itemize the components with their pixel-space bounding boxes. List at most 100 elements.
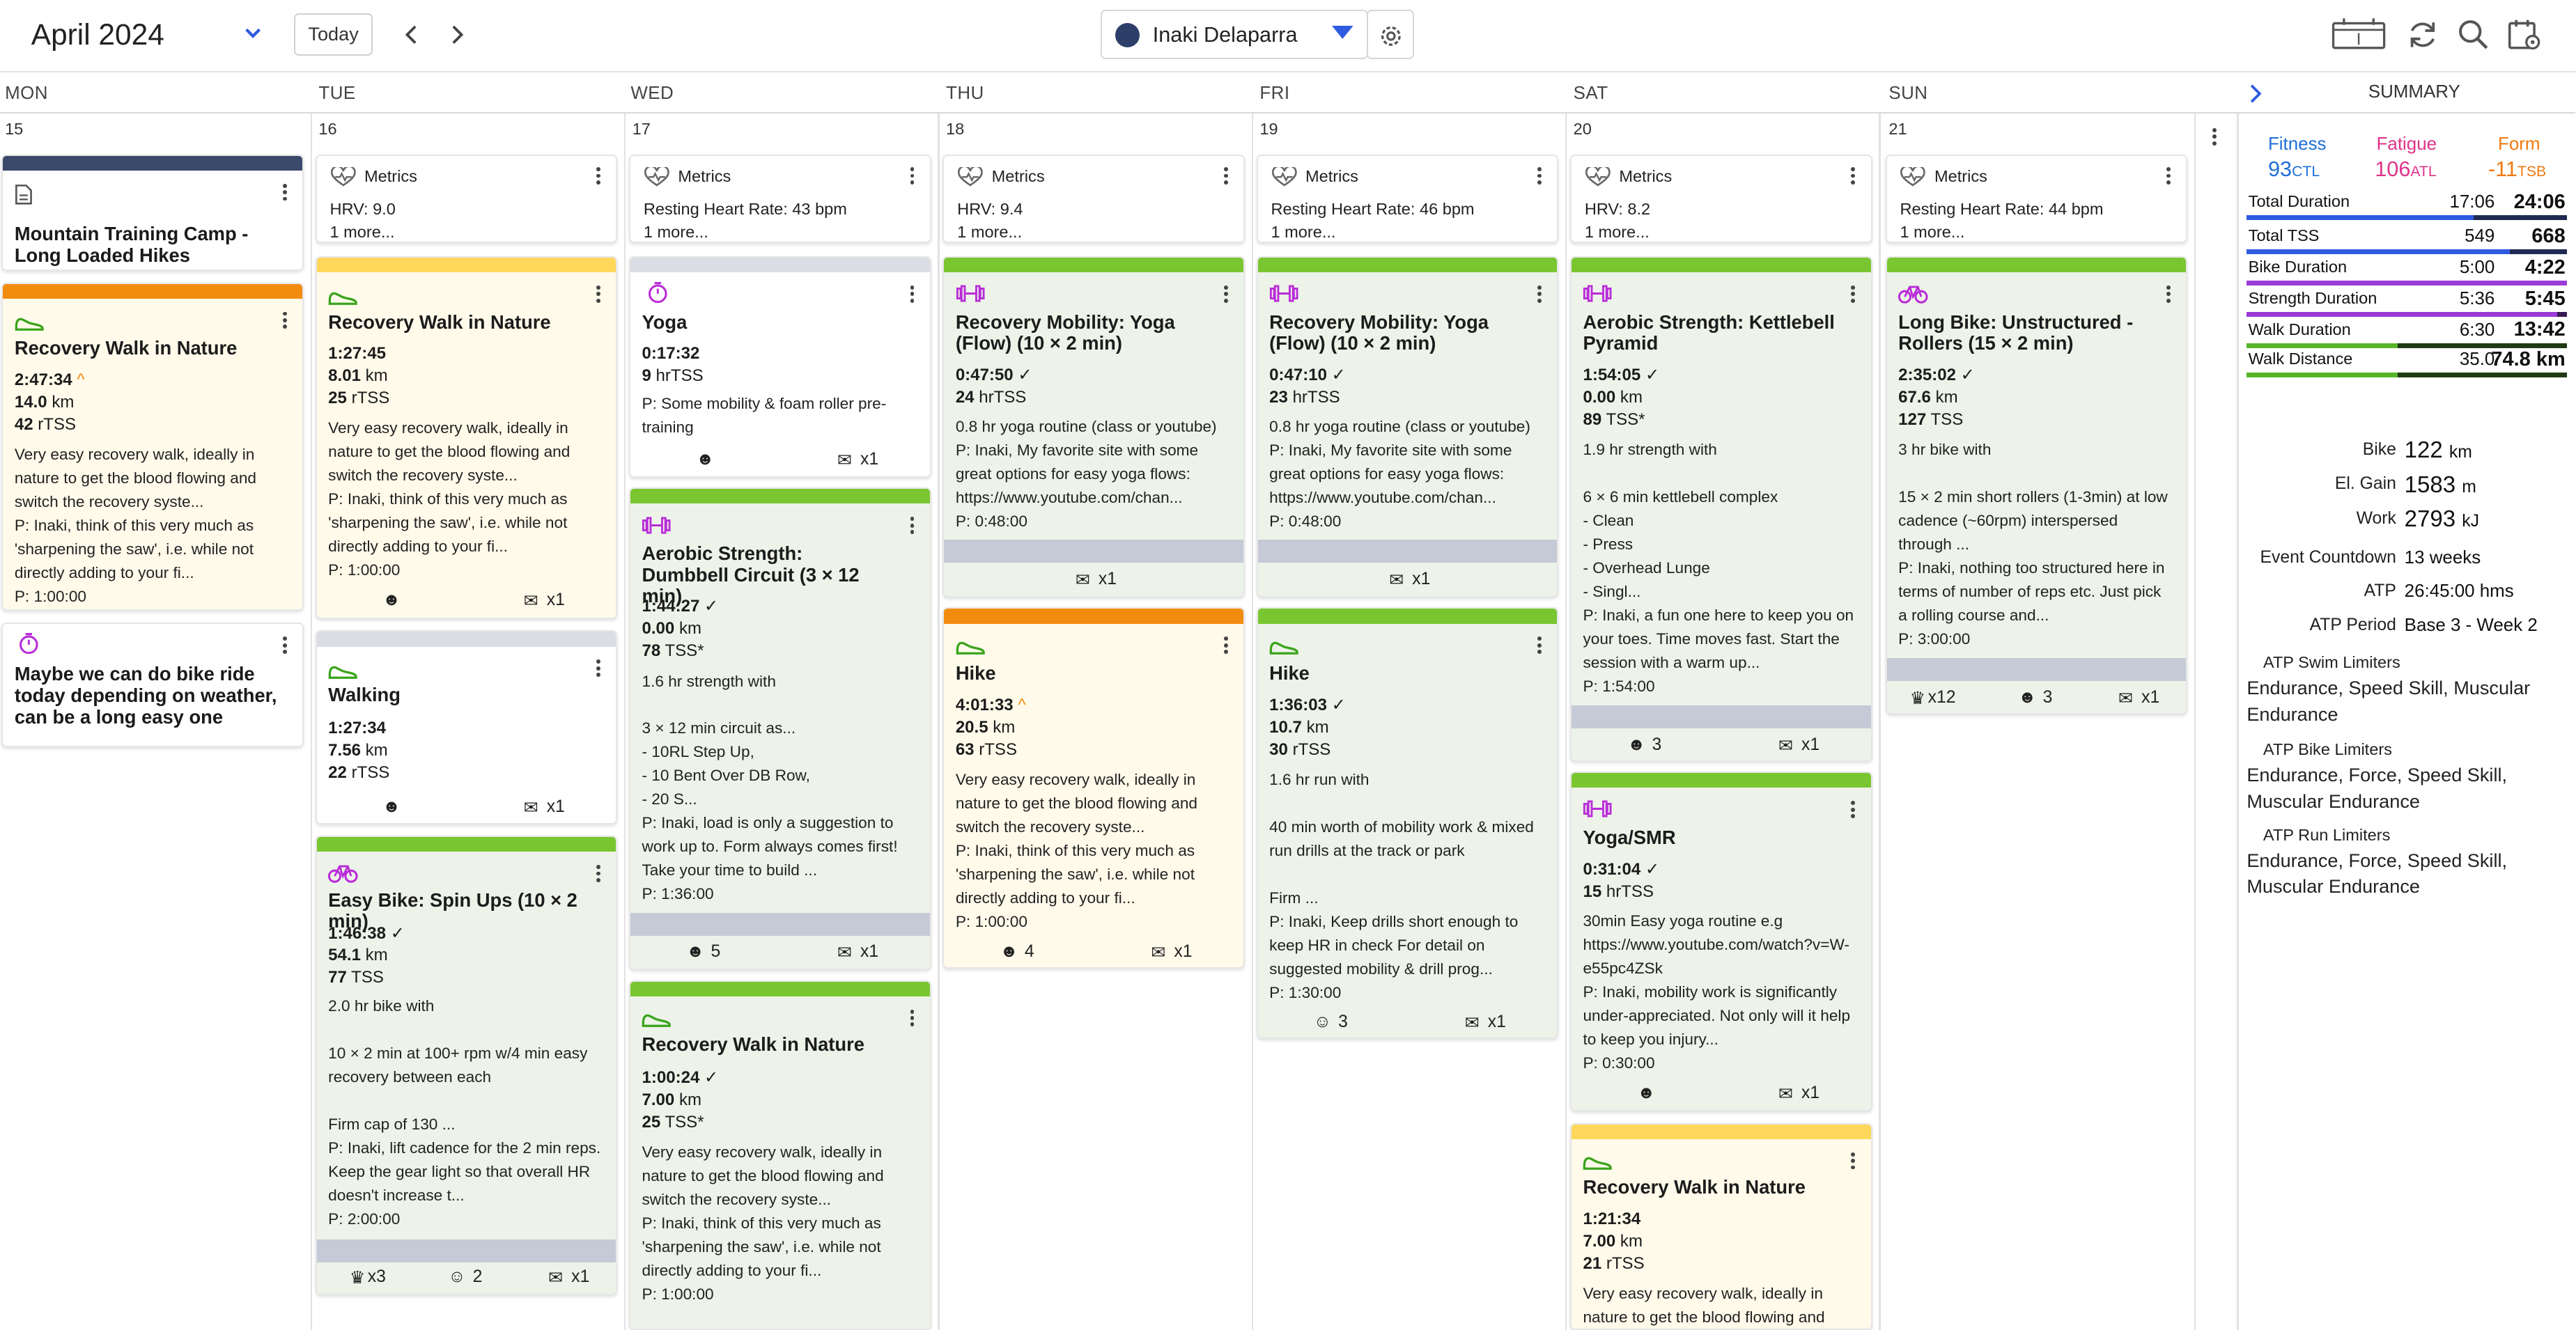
card-menu-icon[interactable]	[282, 183, 289, 203]
more-metrics-link[interactable]: 1 more...	[957, 223, 1022, 242]
feel-smile-icon[interactable]: ☻	[382, 590, 401, 610]
today-button[interactable]: Today	[294, 13, 373, 56]
calendar-settings-icon[interactable]	[2506, 17, 2543, 53]
calendar-range-icon[interactable]	[2331, 17, 2387, 53]
athlete-settings-button[interactable]	[1366, 10, 1414, 59]
comments-icon[interactable]: ✉	[1151, 942, 1165, 963]
card-menu-icon[interactable]	[282, 636, 289, 656]
chevron-down-icon[interactable]	[243, 23, 263, 42]
comments-icon[interactable]: ✉	[2118, 688, 2133, 709]
summary-row[interactable]: Strength Duration 5:36 5:45	[2247, 288, 2568, 318]
metrics-card[interactable]: Metrics HRV: 9.4 1 more...	[942, 154, 1246, 243]
comments-icon[interactable]: ✉	[1778, 1083, 1793, 1104]
more-metrics-link[interactable]: 1 more...	[1271, 223, 1336, 242]
workout-card[interactable]: Walking 1:27:34 7.56 km 22 rTSS ☻ ✉ x1	[315, 630, 618, 824]
comments-icon[interactable]: ✉	[524, 797, 538, 818]
more-metrics-link[interactable]: 1 more...	[330, 223, 395, 242]
metrics-card[interactable]: Metrics HRV: 8.2 1 more...	[1569, 154, 1872, 243]
workout-mini-chart[interactable]	[944, 540, 1244, 563]
comments-icon[interactable]: ✉	[837, 450, 852, 471]
feel-smile-icon[interactable]: ☻	[2018, 688, 2036, 707]
workout-card[interactable]: Recovery Walk in Nature 1:27:45 8.01 km …	[315, 256, 618, 619]
feel-smile-icon[interactable]: ☻	[696, 450, 714, 469]
workout-mini-chart[interactable]	[316, 1239, 616, 1262]
month-title[interactable]: April 2024	[31, 18, 164, 52]
comments-icon[interactable]: ✉	[524, 590, 538, 611]
workout-card[interactable]: Recovery Walk in Nature 1:00:24 ✓ 7.00 k…	[628, 980, 931, 1330]
comments-icon[interactable]: ✉	[837, 942, 852, 963]
workout-card[interactable]: Long Bike: Unstructured - Rollers (15 × …	[1885, 256, 2188, 714]
workout-card[interactable]: Yoga 0:17:32 9 hrTSS P: Some mobility & …	[628, 256, 931, 478]
athlete-selector[interactable]: Inaki Delaparra	[1100, 10, 1368, 59]
workout-card[interactable]: Recovery Mobility: Yoga (Flow) (10 × 2 m…	[1256, 256, 1559, 598]
card-menu-icon[interactable]	[910, 1009, 917, 1029]
feel-smile-icon[interactable]: ☻	[382, 797, 401, 817]
card-menu-icon[interactable]	[1851, 1152, 1857, 1172]
summary-row[interactable]: Total Duration 17:06 24:06	[2247, 191, 2568, 221]
medal-icon[interactable]: ♛	[1910, 688, 1925, 709]
workout-card[interactable]: Hike 4:01:33 ^ 20.5 km 63 rTSS Very easy…	[942, 607, 1246, 969]
workout-card[interactable]: Hike 1:36:03 ✓ 10.7 km 30 rTSS 1.6 hr ru…	[1256, 607, 1559, 1040]
card-menu-icon[interactable]	[596, 659, 603, 679]
feel-neutral-icon[interactable]: ☺	[448, 1267, 465, 1287]
feel-neutral-icon[interactable]: ☺	[1314, 1012, 1331, 1032]
comments-icon[interactable]: ✉	[548, 1267, 563, 1288]
card-menu-icon[interactable]	[1537, 285, 1544, 305]
refresh-icon[interactable]	[2405, 17, 2441, 53]
feel-smile-icon[interactable]: ☻	[1637, 1083, 1655, 1103]
card-menu-icon[interactable]	[910, 285, 917, 305]
metrics-card[interactable]: Metrics Resting Heart Rate: 46 bpm 1 mor…	[1256, 154, 1559, 243]
feel-smile-icon[interactable]: ☻	[686, 942, 704, 962]
note-card[interactable]: Maybe we can do bike ride today dependin…	[1, 622, 304, 747]
previous-week-icon[interactable]	[401, 22, 424, 48]
workout-card[interactable]: Easy Bike: Spin Ups (10 × 2 min) 1:46:38…	[315, 836, 618, 1296]
card-menu-icon[interactable]	[1537, 636, 1544, 656]
workout-mini-chart[interactable]	[1571, 705, 1871, 729]
week-options-icon[interactable]	[2212, 127, 2219, 148]
card-menu-icon[interactable]	[1851, 285, 1857, 305]
summary-row[interactable]: Bike Duration 5:00 4:22	[2247, 256, 2568, 287]
workout-card[interactable]: Aerobic Strength: Dumbbell Circuit (3 × …	[628, 487, 931, 971]
search-icon[interactable]	[2455, 17, 2492, 53]
workout-card[interactable]: Yoga/SMR 0:31:04 ✓ 15 hrTSS 30min Easy y…	[1569, 772, 1872, 1112]
metrics-card[interactable]: Metrics Resting Heart Rate: 43 bpm 1 mor…	[628, 154, 931, 243]
card-menu-icon[interactable]	[282, 311, 289, 331]
card-menu-icon[interactable]	[596, 285, 603, 305]
workout-mini-chart[interactable]	[1886, 658, 2187, 682]
workout-mini-chart[interactable]	[630, 912, 930, 936]
note-card[interactable]: Mountain Training Camp - Long Loaded Hik…	[1, 154, 304, 271]
comments-icon[interactable]: ✉	[1778, 735, 1793, 756]
card-menu-icon[interactable]	[1537, 167, 1544, 187]
card-menu-icon[interactable]	[910, 167, 917, 187]
card-menu-icon[interactable]	[596, 865, 603, 884]
card-menu-icon[interactable]	[1223, 167, 1230, 187]
workout-card[interactable]: Recovery Walk in Nature 1:21:34 7.00 km …	[1569, 1122, 1872, 1330]
card-menu-icon[interactable]	[596, 167, 603, 187]
metrics-card[interactable]: Metrics HRV: 9.0 1 more...	[315, 154, 618, 243]
collapse-summary-icon[interactable]	[2247, 82, 2263, 105]
feel-smile-icon[interactable]: ☻	[1627, 735, 1645, 755]
summary-row[interactable]: Walk Distance 35.0 74.8 km	[2247, 348, 2568, 379]
card-menu-icon[interactable]	[1223, 636, 1230, 656]
summary-row[interactable]: Total TSS 549 668	[2247, 225, 2568, 256]
summary-row[interactable]: Walk Duration 6:30 13:42	[2247, 318, 2568, 350]
card-menu-icon[interactable]	[910, 517, 917, 536]
workout-card[interactable]: Aerobic Strength: Kettlebell Pyramid 1:5…	[1569, 256, 1872, 762]
card-menu-icon[interactable]	[1223, 285, 1230, 305]
metrics-card[interactable]: Metrics Resting Heart Rate: 44 bpm 1 mor…	[1885, 154, 2188, 243]
workout-mini-chart[interactable]	[1257, 540, 1558, 563]
workout-card[interactable]: Recovery Walk in Nature 2:47:34 ^ 14.0 k…	[1, 282, 304, 611]
card-menu-icon[interactable]	[1851, 167, 1857, 187]
more-metrics-link[interactable]: 1 more...	[644, 223, 708, 242]
workout-card[interactable]: Recovery Mobility: Yoga (Flow) (10 × 2 m…	[942, 256, 1246, 598]
more-metrics-link[interactable]: 1 more...	[1585, 223, 1650, 242]
medal-icon[interactable]: ♛	[350, 1267, 365, 1288]
comments-icon[interactable]: ✉	[1389, 570, 1404, 590]
comments-icon[interactable]: ✉	[1076, 570, 1090, 590]
comments-icon[interactable]: ✉	[1465, 1012, 1480, 1033]
more-metrics-link[interactable]: 1 more...	[1900, 223, 1964, 242]
next-week-icon[interactable]	[445, 22, 468, 48]
card-menu-icon[interactable]	[2166, 285, 2173, 305]
card-menu-icon[interactable]	[1851, 801, 1857, 820]
feel-smile-icon[interactable]: ☻	[1000, 942, 1018, 962]
